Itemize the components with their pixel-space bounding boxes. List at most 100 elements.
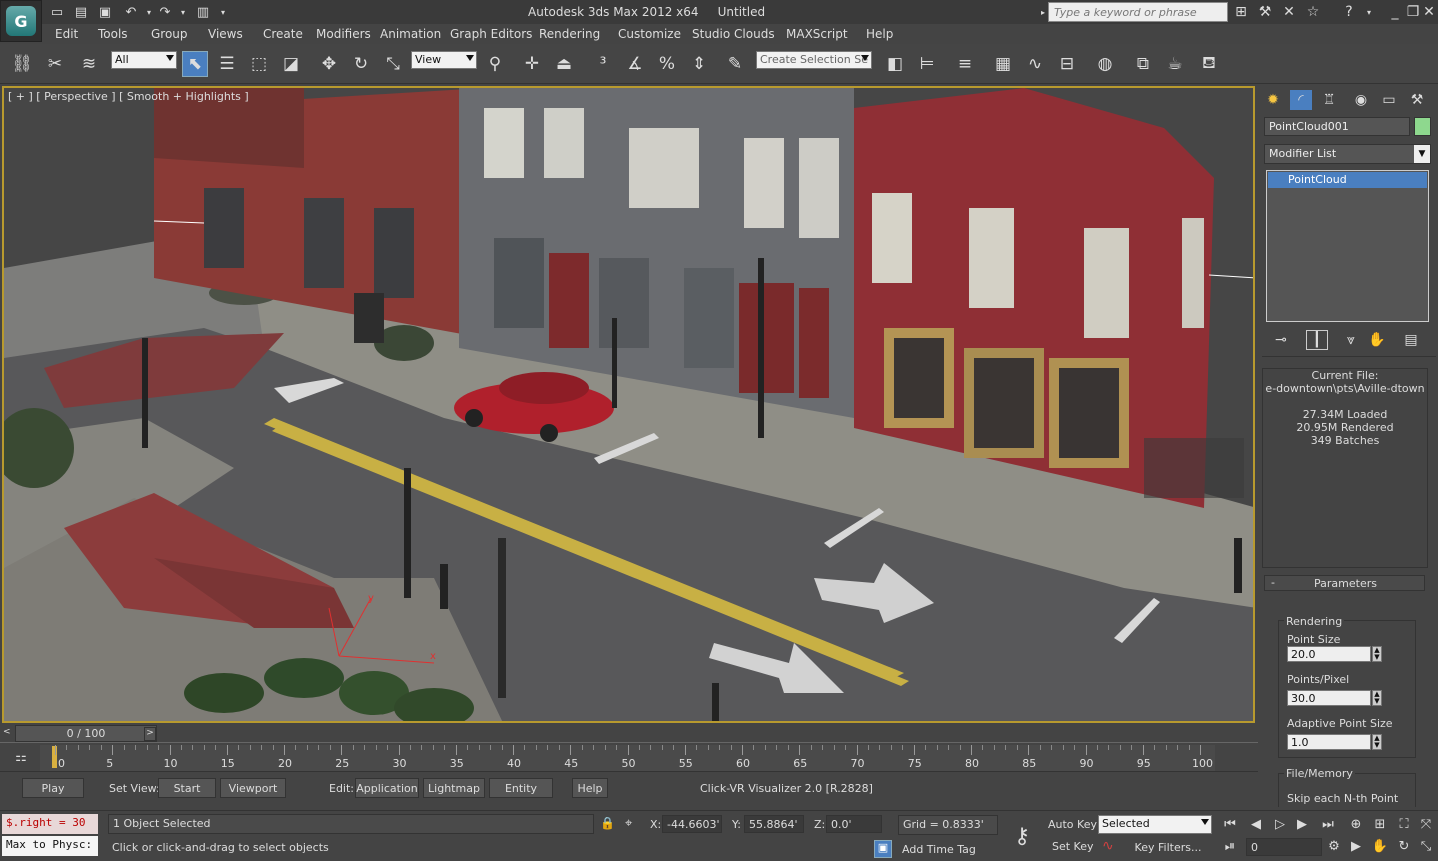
graphite-ribbon-icon[interactable]: ▦ — [990, 51, 1016, 77]
zoom-icon[interactable]: ⊕ — [1346, 814, 1366, 834]
configure-sets-icon[interactable]: ▤ — [1400, 330, 1422, 350]
point-size-input[interactable]: 20.0 — [1287, 646, 1371, 662]
menu-rendering[interactable]: Rendering — [539, 27, 600, 41]
keyboard-shortcut-override-icon[interactable]: ⏏ — [551, 51, 577, 77]
open-file-icon[interactable]: ▤ — [72, 3, 90, 21]
start-button[interactable]: Start — [158, 778, 216, 798]
menu-graph-editors[interactable]: Graph Editors — [450, 27, 532, 41]
menu-tools[interactable]: Tools — [98, 27, 128, 41]
pivot-center-icon[interactable]: ⚲ — [482, 51, 508, 77]
show-end-result-icon[interactable]: ┃ — [1306, 330, 1328, 350]
menu-views[interactable]: Views — [208, 27, 243, 41]
set-keys-key-icon[interactable]: ⚷ — [1004, 818, 1040, 854]
subscription-icon[interactable]: ⚒ — [1256, 3, 1274, 21]
trackbar-filter-icon[interactable]: ⚏ — [10, 748, 32, 766]
help-button[interactable]: Help — [572, 778, 608, 798]
add-time-tag[interactable]: Add Time Tag — [902, 843, 976, 856]
reference-coordinate-dropdown[interactable]: View — [411, 51, 477, 69]
modifier-list-dropdown[interactable]: Modifier List ▼ — [1264, 144, 1431, 164]
modify-tab-icon[interactable]: ◜ — [1290, 90, 1312, 110]
set-key-button[interactable]: Set Key — [1052, 840, 1094, 853]
named-selection-dropdown[interactable]: Create Selection Se — [756, 51, 872, 69]
menu-maxscript[interactable]: MAXScript — [786, 27, 848, 41]
select-manipulate-icon[interactable]: ✛ — [519, 51, 545, 77]
viewport-label[interactable]: [ + ] [ Perspective ] [ Smooth + Highlig… — [8, 90, 249, 103]
field-of-view-icon[interactable]: ▶ — [1346, 836, 1366, 856]
redo-dropdown-icon[interactable]: ▾ — [174, 3, 192, 21]
select-and-move-icon[interactable]: ✥ — [316, 51, 342, 77]
viewport-button[interactable]: Viewport — [220, 778, 286, 798]
selection-lock-icon[interactable]: 🔒 — [600, 816, 615, 832]
menu-modifiers[interactable]: Modifiers — [316, 27, 371, 41]
communication-center-icon[interactable]: ✕ — [1280, 3, 1298, 21]
menu-studio-clouds[interactable]: Studio Clouds — [692, 27, 775, 41]
select-and-rotate-icon[interactable]: ↻ — [348, 51, 374, 77]
select-by-name-icon[interactable]: ☰ — [214, 51, 240, 77]
select-object-icon[interactable]: ⬉ — [182, 51, 208, 77]
unlink-selection-icon[interactable]: ✂ — [42, 51, 68, 77]
window-crossing-icon[interactable]: ◪ — [278, 51, 304, 77]
previous-frame-icon[interactable]: ◀ — [1246, 814, 1266, 834]
y-coordinate[interactable]: 55.8864' — [744, 815, 804, 833]
slider-next-icon[interactable]: > — [144, 727, 156, 741]
quick-access-dropdown-icon[interactable]: ▾ — [214, 3, 232, 21]
go-to-start-icon[interactable]: ⏮ — [1220, 814, 1240, 834]
maxscript-input[interactable]: Max to Physc: — [2, 836, 98, 856]
next-frame-icon[interactable]: ▶ — [1292, 814, 1312, 834]
spinner-snap-icon[interactable]: ⇕ — [686, 51, 712, 77]
bind-space-warp-icon[interactable]: ≋ — [76, 51, 102, 77]
redo-icon[interactable]: ↷ — [156, 3, 174, 21]
lightmap-button[interactable]: Lightmap — [423, 778, 485, 798]
object-color-swatch[interactable] — [1414, 117, 1431, 136]
slider-prev-icon[interactable]: < — [3, 727, 13, 739]
perspective-viewport[interactable]: x y — [2, 86, 1255, 723]
search-input[interactable]: Type a keyword or phrase — [1048, 2, 1228, 22]
entity-button[interactable]: Entity — [489, 778, 553, 798]
percent-snap-icon[interactable]: % — [654, 51, 680, 77]
material-editor-icon[interactable]: ◍ — [1092, 51, 1118, 77]
menu-help[interactable]: Help — [866, 27, 893, 41]
pan-view-icon[interactable]: ✋ — [1370, 836, 1390, 856]
edit-named-selection-icon[interactable]: ✎ — [722, 51, 748, 77]
isolate-toggle-icon[interactable]: ▣ — [874, 840, 892, 858]
help-icon[interactable]: ? — [1340, 3, 1358, 21]
hierarchy-tab-icon[interactable]: ♖ — [1318, 90, 1340, 110]
points-pixel-spinner[interactable]: ▲ ▼ — [1372, 690, 1382, 706]
project-folder-icon[interactable]: ▥ — [194, 3, 212, 21]
rectangular-selection-icon[interactable]: ⬚ — [246, 51, 272, 77]
utilities-tab-icon[interactable]: ⚒ — [1406, 90, 1428, 110]
align-icon[interactable]: ⊨ — [914, 51, 940, 77]
minimize-icon[interactable]: _ — [1386, 3, 1404, 21]
absolute-mode-icon[interactable]: ⌖ — [625, 816, 643, 832]
z-coordinate[interactable]: 0.0' — [826, 815, 882, 833]
current-frame-field[interactable]: 0 — [1246, 838, 1322, 856]
display-tab-icon[interactable]: ▭ — [1378, 90, 1400, 110]
x-coordinate[interactable]: -44.6603' — [662, 815, 722, 833]
maxscript-listener[interactable]: $.right = 30 — [2, 814, 98, 834]
auto-key-button[interactable]: Auto Key — [1048, 818, 1097, 831]
help-dropdown-icon[interactable]: ▾ — [1360, 3, 1378, 21]
zoom-all-icon[interactable]: ⊞ — [1370, 814, 1390, 834]
zoom-extents-all-icon[interactable]: ⤧ — [1416, 814, 1436, 834]
key-filters-button[interactable]: Key Filters... — [1124, 838, 1212, 856]
application-button[interactable]: Application — [355, 778, 419, 798]
angle-snap-icon[interactable]: ∡ — [622, 51, 648, 77]
object-name-field[interactable]: PointCloud001 — [1264, 117, 1410, 136]
close-icon[interactable]: ✕ — [1420, 3, 1438, 21]
key-mode-dropdown[interactable]: Selected — [1098, 815, 1212, 834]
motion-tab-icon[interactable]: ◉ — [1350, 90, 1372, 110]
pin-stack-icon[interactable]: ⊸ — [1270, 330, 1292, 350]
key-mode-toggle-icon[interactable]: ⏯ — [1220, 836, 1240, 856]
new-scene-icon[interactable]: ▭ — [48, 3, 66, 21]
points-pixel-input[interactable]: 30.0 — [1287, 690, 1371, 706]
schematic-view-icon[interactable]: ⊟ — [1054, 51, 1080, 77]
default-tangent-icon[interactable]: ∿ — [1102, 838, 1120, 856]
rendered-frame-icon[interactable]: ☕ — [1162, 51, 1188, 77]
render-setup-icon[interactable]: ⧉ — [1130, 51, 1156, 77]
application-button[interactable]: G — [0, 0, 42, 42]
adaptive-point-size-input[interactable]: 1.0 — [1287, 734, 1371, 750]
undo-icon[interactable]: ↶ — [122, 3, 140, 21]
menu-edit[interactable]: Edit — [55, 27, 78, 41]
menu-animation[interactable]: Animation — [380, 27, 441, 41]
orbit-icon[interactable]: ↻ — [1394, 836, 1414, 856]
